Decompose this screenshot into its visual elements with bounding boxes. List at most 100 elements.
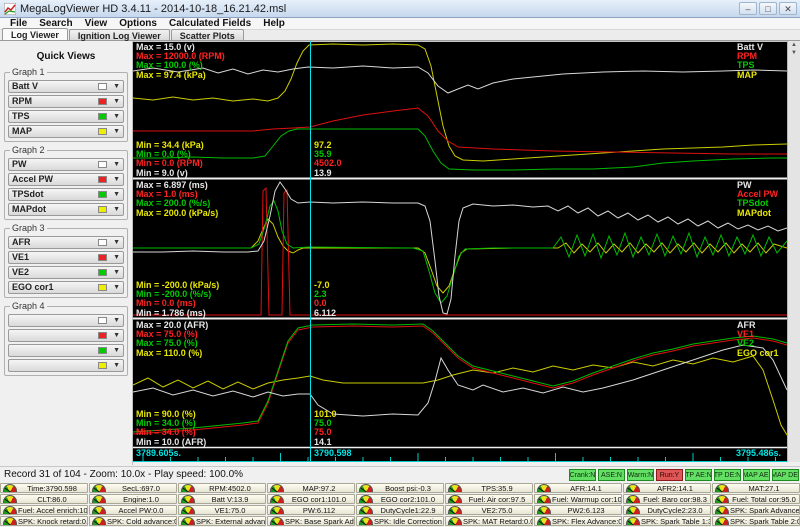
tab-log-viewer[interactable]: Log Viewer — [2, 28, 68, 40]
chevron-down-icon[interactable]: ▼ — [113, 176, 120, 183]
menu-item-help[interactable]: Help — [257, 18, 291, 29]
gauge-dial-icon — [448, 517, 462, 525]
gauge-cell: Fuel: Air cor:97.5 — [445, 494, 533, 504]
log-graph-area[interactable]: Max = 15.0 (v) Max = 12000.0 (RPM) Max = 1… — [133, 41, 787, 462]
gauge-dial-icon — [626, 517, 640, 525]
gauge-dial-icon — [270, 506, 284, 514]
gauge-cell: Accel PW:0.0 — [89, 505, 177, 515]
channel-label: MAP — [12, 126, 32, 136]
channel-selector-ve2[interactable]: VE2 ▼ — [8, 266, 124, 279]
time-start-label: 3789.605s. — [136, 448, 182, 458]
trace-batt-v — [133, 65, 787, 94]
gauge-value-label: Fuel: Accel enrich:100.0 — [18, 505, 87, 515]
min-labels-graph-2-line: Min = 1.786 (ms) — [136, 307, 206, 318]
max-labels-graph-2: Max = 6.897 (ms) Max = 1.0 (ms) Max = 200.… — [136, 180, 218, 218]
gauge-value-label: RPM:4502.0 — [209, 483, 251, 493]
max-labels-graph-1: Max = 15.0 (v) Max = 12000.0 (RPM) Max = 1… — [136, 42, 225, 80]
graph-group-label: Graph 1 — [10, 67, 47, 77]
chevron-down-icon[interactable]: ▼ — [113, 161, 120, 168]
gauge-value-label: TPS:35.9 — [481, 483, 513, 493]
cursor-values-graph-3-line: 14.1 — [314, 436, 332, 447]
channel-selector[interactable]: ▼ — [8, 359, 124, 372]
close-button[interactable]: ✕ — [779, 2, 797, 15]
chevron-down-icon[interactable]: ▼ — [113, 206, 120, 213]
gauge-cell: AFR2:14.1 — [623, 483, 711, 493]
gauge-value-label: SPK: Flex Advance:0.0 — [552, 516, 621, 526]
gauge-cell: RPM:4502.0 — [178, 483, 266, 493]
gauge-cell: SPK: Knock retard:0.0 — [0, 516, 88, 526]
chevron-down-icon[interactable]: ▼ — [113, 191, 120, 198]
channel-color-swatch — [98, 161, 108, 168]
gauge-dial-icon — [715, 517, 729, 525]
chevron-down-icon[interactable]: ▼ — [113, 284, 120, 291]
chevron-down-icon[interactable]: ▼ — [113, 347, 120, 354]
indicator-crank-n: Crank:N — [569, 469, 596, 481]
channel-color-swatch — [98, 362, 108, 369]
gauge-dial-icon — [537, 506, 551, 514]
gauge-cell: CLT:86.0 — [0, 494, 88, 504]
chevron-down-icon[interactable]: ▼ — [113, 239, 120, 246]
channel-selector-tpsdot[interactable]: TPSdot ▼ — [8, 188, 124, 201]
channel-color-swatch — [98, 239, 108, 246]
tab-ignition-log-viewer[interactable]: Ignition Log Viewer — [68, 29, 170, 41]
gauge-dial-icon — [270, 495, 284, 503]
legend-graph-3-line: EGO cor1 — [737, 347, 779, 358]
gauge-dial-icon — [3, 506, 17, 514]
channel-color-swatch — [98, 83, 108, 90]
chevron-down-icon[interactable]: ▼ — [113, 332, 120, 339]
gauge-dial-icon — [92, 517, 106, 525]
quick-views-sidebar: Quick Views Graph 1 Batt V ▼ RPM ▼ TPS ▼ MAP ▼ Gr… — [0, 41, 133, 465]
chevron-down-icon[interactable]: ▼ — [113, 362, 120, 369]
gauge-panel: Time:3790.598 SecL:697.0 RPM:4502.0 MAP:97.… — [0, 483, 800, 527]
chevron-down-icon[interactable]: ▼ — [113, 98, 120, 105]
channel-selector[interactable]: ▼ — [8, 344, 124, 357]
channel-selector-tps[interactable]: TPS ▼ — [8, 110, 124, 123]
channel-color-swatch — [98, 254, 108, 261]
channel-selector[interactable]: ▼ — [8, 329, 124, 342]
gauge-dial-icon — [537, 517, 551, 525]
gauge-cell: SPK: Spark Table 1:36. — [623, 516, 711, 526]
gauge-dial-icon — [270, 517, 284, 525]
cursor-values-graph-1: 97.2 35.9 4502.0 13.9 — [314, 140, 342, 178]
gauge-dial-icon — [715, 506, 729, 514]
channel-selector-batt-v[interactable]: Batt V ▼ — [8, 80, 124, 93]
channel-selector-rpm[interactable]: RPM ▼ — [8, 95, 124, 108]
chevron-down-icon[interactable]: ▼ — [113, 269, 120, 276]
channel-selector-accel-pw[interactable]: Accel PW ▼ — [8, 173, 124, 186]
channel-selector-mapdot[interactable]: MAPdot ▼ — [8, 203, 124, 216]
chevron-down-icon[interactable]: ▼ — [113, 113, 120, 120]
channel-selector-pw[interactable]: PW ▼ — [8, 158, 124, 171]
channel-selector-map[interactable]: MAP ▼ — [8, 125, 124, 138]
menu-item-calculated-fields[interactable]: Calculated Fields — [163, 18, 257, 29]
maximize-button[interactable]: □ — [759, 2, 777, 15]
gauge-value-label: VE1:75.0 — [214, 505, 246, 515]
log-traces-svg[interactable] — [133, 41, 787, 462]
gauge-cell: MAP:97.2 — [267, 483, 355, 493]
graph-scrollbar[interactable]: ▲ ▼ — [787, 41, 800, 462]
chevron-down-icon[interactable]: ▼ — [113, 128, 120, 135]
gauge-dial-icon — [448, 506, 462, 514]
trace-mapdot — [133, 218, 787, 294]
chevron-down-icon[interactable]: ▼ — [113, 83, 120, 90]
minimize-button[interactable]: – — [739, 2, 757, 15]
channel-color-swatch — [98, 269, 108, 276]
chevron-down-icon[interactable]: ▼ — [113, 254, 120, 261]
gauge-dial-icon — [181, 506, 195, 514]
gauge-value-label: VE2:75.0 — [481, 505, 513, 515]
menu-item-view[interactable]: View — [79, 18, 114, 29]
channel-selector-afr[interactable]: AFR ▼ — [8, 236, 124, 249]
time-cursor-label: 3790.598 — [314, 448, 352, 458]
trace-tps — [133, 128, 787, 171]
channel-selector-ego-cor1[interactable]: EGO cor1 ▼ — [8, 281, 124, 294]
gauge-cell: AFR:14.1 — [534, 483, 622, 493]
trace-ego-cor1 — [133, 355, 787, 436]
gauge-value-label: SPK: Knock retard:0.0 — [18, 516, 87, 526]
tab-scatter-plots[interactable]: Scatter Plots — [170, 29, 244, 41]
channel-selector[interactable]: ▼ — [8, 314, 124, 327]
tab-bar: Log Viewer Ignition Log Viewer Scatter Plo… — [0, 28, 800, 41]
gauge-value-label: Accel PW:0.0 — [118, 505, 164, 515]
chevron-down-icon[interactable]: ▼ — [113, 317, 120, 324]
channel-selector-ve1[interactable]: VE1 ▼ — [8, 251, 124, 264]
menu-item-options[interactable]: Options — [113, 18, 163, 29]
gauge-cell: DutyCycle1:22.9 — [356, 505, 444, 515]
